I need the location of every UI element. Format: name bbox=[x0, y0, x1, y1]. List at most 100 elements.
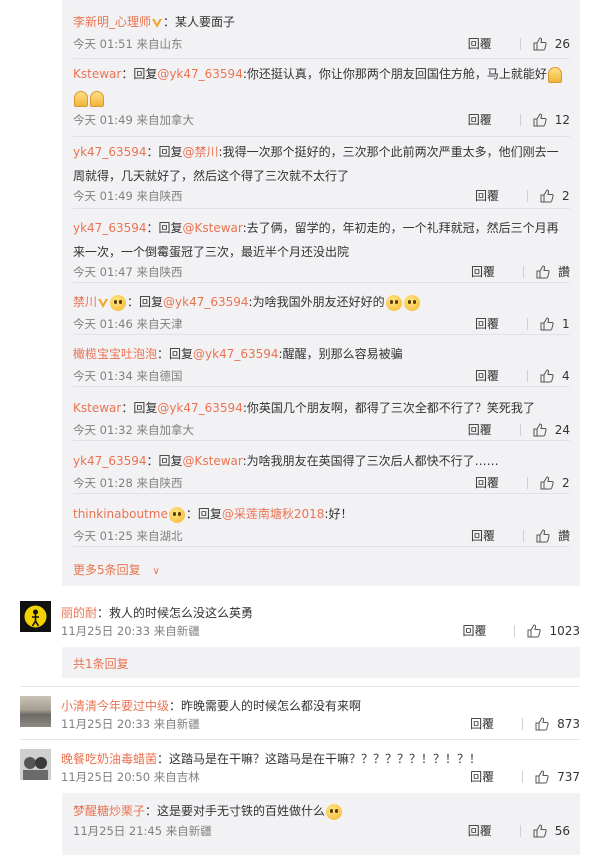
reply-username[interactable]: yk47_63594 bbox=[73, 221, 147, 235]
reply-item: 李新明_心理师 ：某人要面子 今天 01:51 来自山东 回覆 26 bbox=[73, 10, 570, 59]
reply-username[interactable]: 梦醒糖炒栗子 bbox=[73, 804, 145, 818]
reply-username[interactable]: thinkinaboutme bbox=[73, 507, 168, 521]
chevron-down-icon: ∨ bbox=[152, 566, 160, 577]
avatar[interactable] bbox=[20, 749, 51, 780]
reply-button[interactable]: 回覆 bbox=[475, 315, 499, 332]
reply-username[interactable]: Kstewar bbox=[73, 401, 121, 415]
reply-mention[interactable]: @Kstewar bbox=[183, 221, 243, 235]
thumbs-up-icon bbox=[527, 623, 542, 637]
reply-username[interactable]: yk47_63594 bbox=[73, 145, 147, 159]
comment-text: ：救人的时候怎么没这么英勇 bbox=[97, 606, 254, 620]
reply-username[interactable]: yk47_63594 bbox=[73, 454, 147, 468]
reply-button[interactable]: 回覆 bbox=[475, 474, 499, 491]
reply-prefix: ：回复 bbox=[157, 347, 194, 361]
comment-username[interactable]: 小清清今年要过中级 bbox=[61, 699, 169, 713]
like-button[interactable]: 56 bbox=[533, 824, 570, 838]
divider bbox=[527, 189, 528, 202]
avatar-badge-icon bbox=[168, 506, 185, 523]
reply-mention[interactable]: @禁川 bbox=[183, 145, 219, 159]
divider bbox=[522, 265, 524, 278]
like-button[interactable]: 4 bbox=[540, 369, 570, 383]
sub-replies-panel: 共1条回复 bbox=[62, 647, 580, 678]
comment-username[interactable]: 晚餐吃奶油毒蜡菌 bbox=[61, 752, 157, 766]
reply-item: 禁川 ：回复@yk47_63594:为啥我国外朋友还好好的 今天 01:46 来自… bbox=[73, 290, 570, 335]
reply-username[interactable]: 李新明_心理师 bbox=[73, 15, 151, 29]
reply-mention[interactable]: @采莲南塘秋2018 bbox=[222, 507, 325, 521]
reply-prefix: ：回复 bbox=[146, 454, 183, 468]
thumbs-up-icon bbox=[540, 188, 554, 202]
thumbs-up-icon bbox=[540, 368, 554, 382]
like-count: 4 bbox=[562, 368, 570, 383]
divider bbox=[20, 739, 580, 740]
like-button[interactable]: 2 bbox=[540, 189, 570, 203]
crying-face-emoji-icon bbox=[326, 803, 343, 820]
reply-text: :醒醒，别那么容易被骗 bbox=[278, 347, 403, 361]
reply-timestamp: 今天 01:49 来自加拿大 bbox=[73, 113, 194, 127]
thumbs-up-emoji-icon bbox=[90, 90, 104, 107]
reply-text: :你还挺认真，你让你那两个朋友回国住方舱，马上就能好 bbox=[242, 67, 547, 81]
like-button[interactable]: 873 bbox=[535, 717, 580, 731]
divider bbox=[522, 770, 524, 783]
reply-button[interactable]: 回覆 bbox=[475, 367, 499, 384]
reply-timestamp: 今天 01:46 来自天津 bbox=[73, 317, 183, 331]
like-button[interactable]: 737 bbox=[535, 770, 580, 784]
like-count: 737 bbox=[557, 769, 580, 784]
thumbs-up-emoji-icon bbox=[74, 90, 88, 107]
reply-username[interactable]: 禁川 bbox=[73, 295, 97, 309]
reply-button[interactable]: 回覆 bbox=[468, 111, 492, 128]
reply-prefix: ：回复 bbox=[146, 221, 183, 235]
thumbs-up-icon bbox=[533, 823, 547, 837]
comment-item: 丽的耐：救人的时候怎么没这么英勇 11月25日 20:33 来自新疆 回覆 10… bbox=[20, 601, 580, 641]
reply-button[interactable]: 回覆 bbox=[475, 187, 499, 204]
reply-button[interactable]: 回覆 bbox=[471, 263, 495, 280]
divider bbox=[522, 529, 524, 542]
reply-button[interactable]: 回覆 bbox=[468, 421, 492, 438]
divider bbox=[519, 423, 521, 436]
reply-text: :为啥我朋友在英国得了三次后人都快不行了…… bbox=[242, 454, 499, 468]
reply-button[interactable]: 回覆 bbox=[471, 527, 495, 544]
reply-item: yk47_63594：回复@Kstewar:去了俩，留学的，年初走的，一个礼拜就… bbox=[73, 216, 570, 283]
reply-timestamp: 今天 01:25 来自湖北 bbox=[73, 529, 183, 543]
reply-prefix: ：回复 bbox=[185, 507, 222, 521]
comment-timestamp: 11月25日 20:50 来自吉林 bbox=[61, 770, 200, 784]
like-count: 讚 bbox=[557, 529, 570, 543]
thumbs-up-icon bbox=[533, 36, 547, 50]
reply-mention[interactable]: @yk47_63594 bbox=[193, 347, 279, 361]
like-button[interactable]: 24 bbox=[533, 423, 570, 437]
comment-username[interactable]: 丽的耐 bbox=[61, 606, 97, 620]
more-replies-link[interactable]: 更多5条回复 ∨ bbox=[73, 561, 160, 578]
reply-timestamp: 今天 01:34 来自德国 bbox=[73, 369, 183, 383]
avatar[interactable] bbox=[20, 696, 51, 727]
avatar[interactable] bbox=[20, 601, 51, 632]
reply-text: :为啥我国外朋友还好好的 bbox=[248, 295, 385, 309]
like-count: 12 bbox=[554, 112, 570, 127]
like-button[interactable]: 2 bbox=[540, 476, 570, 490]
reply-mention[interactable]: @yk47_63594 bbox=[157, 67, 243, 81]
like-button[interactable]: 1 bbox=[540, 317, 570, 331]
like-count: 26 bbox=[554, 36, 570, 51]
reply-button[interactable]: 回覆 bbox=[468, 35, 492, 52]
reply-username[interactable]: Kstewar bbox=[73, 67, 121, 81]
like-button[interactable]: 讚 bbox=[536, 527, 570, 544]
reply-button[interactable]: 回覆 bbox=[470, 715, 494, 732]
reply-mention[interactable]: @yk47_63594 bbox=[157, 401, 243, 415]
reply-mention[interactable]: @yk47_63594 bbox=[163, 295, 249, 309]
like-button[interactable]: 讚 bbox=[536, 263, 570, 280]
reply-username[interactable]: 橄榄宝宝吐泡泡 bbox=[73, 347, 157, 361]
reply-button[interactable]: 回覆 bbox=[470, 768, 494, 785]
reply-text: :你英国几个朋友啊，都得了三次全都不行了？笑死我了 bbox=[242, 401, 535, 415]
reply-timestamp: 今天 01:49 来自陕西 bbox=[73, 189, 183, 203]
reply-prefix: ：回复 bbox=[127, 295, 164, 309]
verified-badge-icon bbox=[152, 18, 163, 28]
sub-replies-count-link[interactable]: 共1条回复 bbox=[73, 655, 129, 672]
like-button[interactable]: 12 bbox=[533, 113, 570, 127]
like-button[interactable]: 1023 bbox=[527, 624, 580, 638]
surprised-face-emoji-icon bbox=[385, 294, 402, 311]
reply-button[interactable]: 回覆 bbox=[468, 822, 492, 839]
reply-mention[interactable]: @Kstewar bbox=[183, 454, 243, 468]
reply-item: 梦醒糖炒栗子：这是要对手无寸铁的百姓做什么 11月25日 21:45 来自新疆 … bbox=[73, 799, 570, 849]
like-count: 2 bbox=[562, 475, 570, 490]
like-button[interactable]: 26 bbox=[533, 37, 570, 51]
surprised-face-emoji-icon bbox=[403, 294, 420, 311]
reply-button[interactable]: 回覆 bbox=[462, 622, 486, 639]
